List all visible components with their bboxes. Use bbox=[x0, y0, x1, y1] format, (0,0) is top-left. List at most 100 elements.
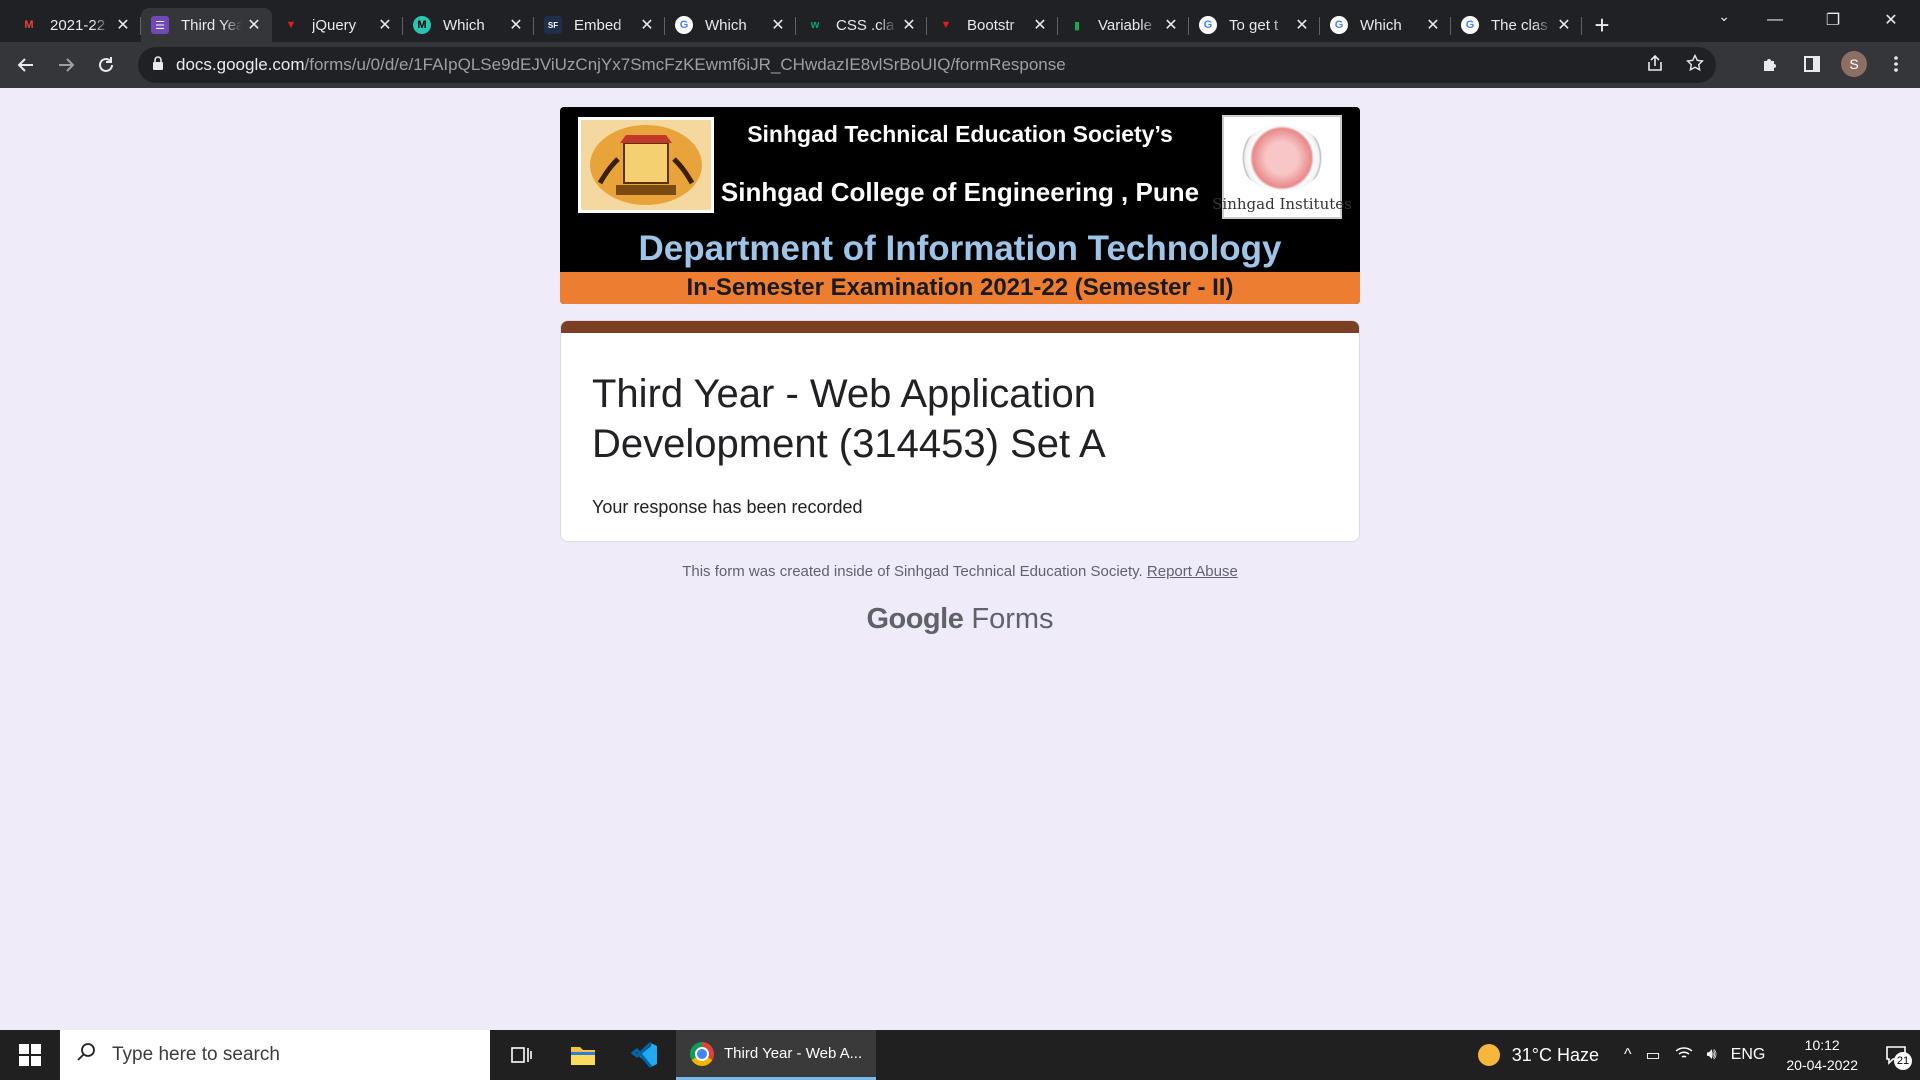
notification-center-icon[interactable]: 21 bbox=[1872, 1030, 1920, 1080]
browser-tab[interactable]: G The clas ✕ bbox=[1451, 8, 1582, 42]
exam-title: In-Semester Examination 2021-22 (Semeste… bbox=[560, 272, 1360, 304]
tab-close-icon[interactable]: ✕ bbox=[639, 15, 655, 35]
address-bar[interactable]: docs.google.com/forms/u/0/d/e/1FAIpQLSe9… bbox=[138, 47, 1716, 83]
new-tab-icon[interactable]: + bbox=[1582, 8, 1622, 42]
report-abuse-link[interactable]: Report Abuse bbox=[1147, 563, 1238, 580]
side-panel-icon[interactable] bbox=[1796, 48, 1828, 80]
tab-title: The clas bbox=[1491, 16, 1548, 34]
battery-icon[interactable]: ▭ bbox=[1645, 1045, 1660, 1065]
menu-icon[interactable] bbox=[1880, 48, 1912, 80]
tab-close-icon[interactable]: ✕ bbox=[1163, 15, 1179, 35]
show-hidden-icons-icon[interactable]: ^ bbox=[1624, 1046, 1632, 1064]
form-title: Third Year - Web Application Development… bbox=[592, 372, 1106, 466]
profile-avatar[interactable]: S bbox=[1838, 48, 1870, 80]
sf-logo-icon: SF bbox=[544, 16, 562, 34]
clock[interactable]: 10:12 20-04-2022 bbox=[1786, 1035, 1858, 1075]
tab-close-icon[interactable]: ✕ bbox=[1556, 15, 1572, 35]
wifi-icon[interactable] bbox=[1675, 1045, 1693, 1066]
google-icon: G bbox=[1199, 16, 1217, 34]
tab-list: M2021-22✕☰Third Year✕▼jQuery✕MWhich✕SFEm… bbox=[0, 0, 1622, 42]
weather-widget[interactable]: 31°C Haze bbox=[1477, 1044, 1599, 1066]
search-icon bbox=[76, 1042, 96, 1068]
share-icon[interactable] bbox=[1646, 54, 1664, 77]
tab-close-icon[interactable]: ✕ bbox=[246, 15, 262, 35]
google-forms-brand[interactable]: Google Forms bbox=[560, 603, 1360, 636]
browser-tab[interactable]: M 2021-22 ✕ bbox=[10, 8, 141, 42]
browser-tab[interactable]: G Which ✕ bbox=[665, 8, 796, 42]
notification-count: 21 bbox=[1894, 1052, 1912, 1070]
tab-title: Variable bbox=[1098, 16, 1152, 34]
tab-close-icon[interactable]: ✕ bbox=[377, 15, 393, 35]
close-window-icon[interactable]: ✕ bbox=[1862, 0, 1920, 40]
start-button[interactable] bbox=[0, 1030, 60, 1080]
w3schools-icon: w bbox=[810, 19, 820, 31]
gmail-icon: M bbox=[24, 19, 34, 31]
google-forms-icon: ☰ bbox=[151, 16, 169, 34]
logo-caption: Sinhgad Institutes bbox=[1212, 195, 1352, 213]
window-controls: — ❐ ✕ bbox=[1746, 0, 1920, 40]
department-title: Department of Information Technology bbox=[638, 229, 1282, 268]
browser-tab-strip: M2021-22✕☰Third Year✕▼jQuery✕MWhich✕SFEm… bbox=[0, 0, 1920, 42]
vscode-icon[interactable] bbox=[614, 1030, 676, 1080]
tab-close-icon[interactable]: ✕ bbox=[1425, 15, 1441, 35]
red-shield-icon: ▼ bbox=[940, 19, 952, 31]
forward-icon[interactable] bbox=[46, 45, 86, 85]
browser-tab[interactable]: ▮ Variable ✕ bbox=[1058, 8, 1189, 42]
tab-close-icon[interactable]: ✕ bbox=[115, 15, 131, 35]
google-icon: G bbox=[1330, 16, 1348, 34]
restore-icon[interactable]: ❐ bbox=[1804, 0, 1862, 40]
form-disclaimer: This form was created inside of Sinhgad … bbox=[560, 563, 1360, 580]
tab-close-icon[interactable]: ✕ bbox=[901, 15, 917, 35]
tab-search-icon[interactable]: ⌄ bbox=[1718, 8, 1730, 25]
tab-title: 2021-22 bbox=[50, 16, 106, 34]
reload-icon[interactable] bbox=[86, 45, 126, 85]
task-view-icon[interactable] bbox=[490, 1030, 552, 1080]
active-window-title: Third Year - Web A... bbox=[724, 1045, 863, 1062]
tab-close-icon[interactable]: ✕ bbox=[1032, 15, 1048, 35]
minimize-icon[interactable]: — bbox=[1746, 0, 1804, 40]
college-name: Sinhgad College of Engineering , Pune bbox=[720, 177, 1200, 207]
forms-wordmark: Forms bbox=[971, 603, 1054, 635]
browser-tab[interactable]: ☰ Third Year✕ bbox=[141, 8, 272, 42]
file-explorer-icon[interactable] bbox=[552, 1030, 614, 1080]
url-path: /forms/u/0/d/e/1FAIpQLSe9dEJViUzCnjYx7Sm… bbox=[304, 55, 1066, 74]
weather-text: 31°C Haze bbox=[1511, 1044, 1599, 1065]
back-icon[interactable] bbox=[6, 45, 46, 85]
windows-logo-icon bbox=[19, 1044, 41, 1066]
bookmark-star-icon[interactable] bbox=[1685, 53, 1705, 77]
windows-taskbar: Type here to search Third Year - Web A..… bbox=[0, 1030, 1920, 1080]
taskbar-search-box[interactable]: Type here to search bbox=[60, 1030, 490, 1080]
tab-title: Third Year bbox=[181, 16, 242, 34]
tab-close-icon[interactable]: ✕ bbox=[770, 15, 786, 35]
extensions-icon[interactable] bbox=[1754, 48, 1786, 80]
society-name: Sinhgad Technical Education Society’s bbox=[747, 121, 1173, 147]
tab-title: Which bbox=[705, 16, 747, 34]
tab-title: Embed bbox=[574, 16, 622, 34]
seal-emblem-icon bbox=[1240, 125, 1324, 191]
header-banner: Sinhgad Technical Education Society’s Si… bbox=[560, 107, 1360, 304]
page-viewport: Sinhgad Technical Education Society’s Si… bbox=[0, 88, 1920, 1030]
avatar: S bbox=[1841, 51, 1867, 77]
confirmation-message: Your response has been recorded bbox=[592, 497, 863, 517]
browser-tab[interactable]: M Which ✕ bbox=[403, 8, 534, 42]
google-wordmark: Google bbox=[866, 603, 964, 635]
volume-icon[interactable]: 🔊︎ bbox=[1707, 1046, 1717, 1064]
weather-haze-icon bbox=[1477, 1044, 1500, 1066]
browser-tab[interactable]: ▼ Bootstr ✕ bbox=[927, 8, 1058, 42]
google-icon: G bbox=[1461, 16, 1479, 34]
green-bar-icon: ▮ bbox=[1073, 19, 1081, 32]
browser-tab[interactable]: ▼ jQuery ✕ bbox=[272, 8, 403, 42]
lock-icon[interactable] bbox=[152, 55, 164, 75]
tab-title: jQuery bbox=[312, 16, 357, 34]
browser-tab[interactable]: G To get t ✕ bbox=[1189, 8, 1320, 42]
tab-close-icon[interactable]: ✕ bbox=[508, 15, 524, 35]
tab-close-icon[interactable]: ✕ bbox=[1294, 15, 1310, 35]
taskbar-chrome-window[interactable]: Third Year - Web A... bbox=[676, 1030, 876, 1080]
language-indicator[interactable]: ENG bbox=[1731, 1046, 1766, 1064]
tab-title: Which bbox=[1360, 16, 1402, 34]
browser-tab[interactable]: G Which ✕ bbox=[1320, 8, 1451, 42]
system-tray: 31°C Haze ^ ▭ 🔊︎ ENG 10:12 20-04-2022 21 bbox=[1477, 1030, 1920, 1080]
browser-tab[interactable]: SF Embed ✕ bbox=[534, 8, 665, 42]
tab-title: CSS .cla bbox=[836, 16, 895, 34]
browser-tab[interactable]: w CSS .cla ✕ bbox=[796, 8, 927, 42]
